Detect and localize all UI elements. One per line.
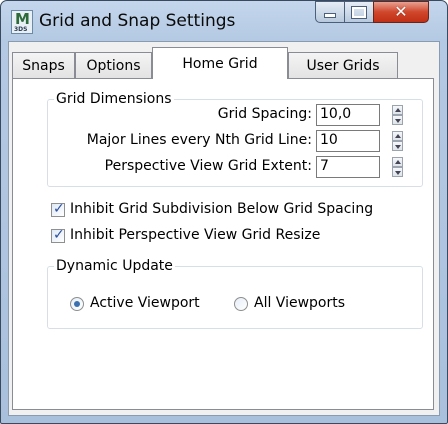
grid-spacing-input[interactable]: 10,0 [316, 104, 380, 126]
arrow-down-icon [395, 171, 401, 175]
spinner-up-button[interactable] [392, 131, 403, 141]
perspective-extent-spinner[interactable] [392, 157, 403, 177]
arrow-up-icon [395, 134, 401, 138]
dialog-window: M 3DS Grid and Snap Settings ✕ Snaps Opt… [0, 0, 448, 424]
major-lines-input[interactable]: 10 [316, 130, 380, 152]
dynamic-update-legend: Dynamic Update [54, 258, 175, 274]
window-title: Grid and Snap Settings [39, 11, 236, 31]
major-lines-label: Major Lines every Nth Grid Line: [86, 132, 312, 148]
inhibit-subdivision-checkbox[interactable]: ✓ [51, 201, 65, 217]
inhibit-subdivision-label[interactable]: Inhibit Grid Subdivision Below Grid Spac… [70, 201, 373, 217]
spinner-up-button[interactable] [392, 157, 403, 167]
checkmark-icon: ✓ [53, 227, 65, 243]
maximize-button[interactable] [344, 1, 374, 23]
all-viewports-label[interactable]: All Viewports [254, 295, 345, 311]
grid-spacing-spinner[interactable] [392, 105, 403, 125]
home-grid-panel: Grid Dimensions Grid Spacing: 10,0 Major… [12, 78, 434, 410]
spinner-down-button[interactable] [392, 115, 403, 125]
arrow-up-icon [395, 160, 401, 164]
all-viewports-radio[interactable] [234, 297, 248, 311]
radio-selected-dot [74, 301, 80, 307]
active-viewport-label[interactable]: Active Viewport [90, 295, 200, 311]
grid-dimensions-group: Grid Dimensions Grid Spacing: 10,0 Major… [47, 91, 423, 187]
inhibit-perspective-resize-checkbox[interactable]: ✓ [51, 227, 65, 243]
arrow-up-icon [395, 108, 401, 112]
app-icon-sub: 3DS [14, 26, 28, 33]
maximize-icon [351, 5, 367, 19]
inhibit-perspective-resize-label[interactable]: Inhibit Perspective View Grid Resize [70, 227, 320, 243]
close-icon: ✕ [394, 2, 408, 21]
tab-snaps[interactable]: Snaps [12, 52, 75, 78]
tab-user-grids[interactable]: User Grids [288, 52, 398, 78]
arrow-down-icon [395, 119, 401, 123]
tab-options[interactable]: Options [75, 52, 152, 78]
minimize-icon [324, 12, 336, 18]
perspective-extent-label: Perspective View Grid Extent: [104, 158, 312, 174]
major-lines-spinner[interactable] [392, 131, 403, 151]
close-button[interactable]: ✕ [373, 1, 429, 23]
active-viewport-radio[interactable] [70, 297, 84, 311]
minimize-button[interactable] [315, 1, 345, 23]
arrow-down-icon [395, 145, 401, 149]
dynamic-update-group: Dynamic Update Active Viewport All Viewp… [47, 258, 423, 329]
3ds-max-app-icon[interactable]: M 3DS [11, 10, 33, 34]
spinner-up-button[interactable] [392, 105, 403, 115]
perspective-extent-input[interactable]: 7 [316, 156, 380, 178]
checkmark-icon: ✓ [53, 201, 65, 217]
title-bar[interactable]: M 3DS Grid and Snap Settings ✕ [1, 1, 447, 41]
tab-home-grid[interactable]: Home Grid [152, 47, 288, 79]
spinner-down-button[interactable] [392, 167, 403, 177]
grid-spacing-label: Grid Spacing: [217, 106, 312, 122]
spinner-down-button[interactable] [392, 141, 403, 151]
dialog-client-area: Snaps Options Home Grid User Grids Grid … [8, 41, 440, 416]
grid-dimensions-legend: Grid Dimensions [54, 91, 174, 107]
